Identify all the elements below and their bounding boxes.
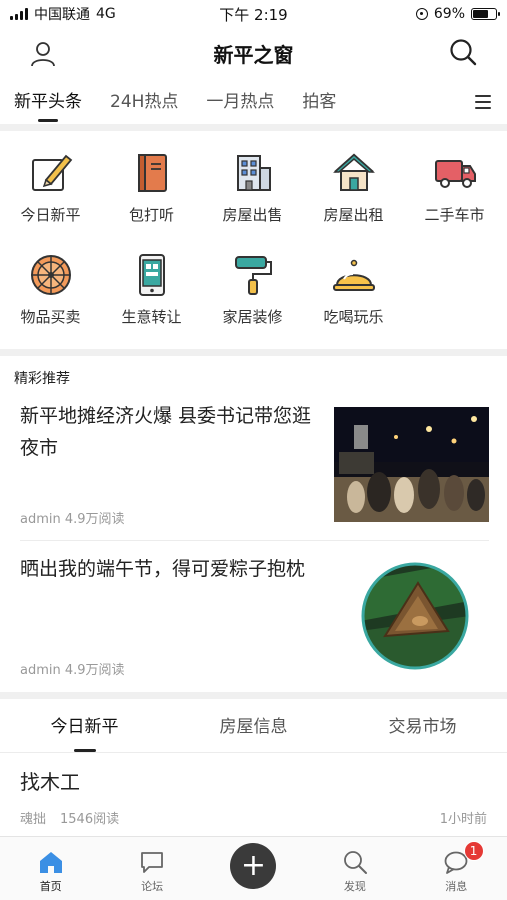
grid-item-today-xinping[interactable]: 今日新平 <box>0 150 101 230</box>
sub-tabs: 今日新平 房屋信息 交易市场 <box>0 702 507 752</box>
grid-item-goods-trade[interactable]: 物品买卖 <box>0 252 101 332</box>
article-title[interactable]: 晒出我的端午节，得可爱粽子抱枕 <box>20 553 320 585</box>
tab-today-xinping[interactable]: 今日新平 <box>51 702 119 752</box>
tab-xinping-headlines[interactable]: 新平头条 <box>14 80 82 124</box>
channel-menu-icon[interactable] <box>475 95 491 109</box>
grid-label: 房屋出租 <box>323 206 384 224</box>
grid-item-home-decor[interactable]: 家居装修 <box>202 252 303 332</box>
tab-add[interactable]: + <box>203 837 304 900</box>
food-cloche-icon <box>332 259 375 291</box>
status-right: 69% <box>415 6 500 22</box>
tab-24h-hot[interactable]: 24H热点 <box>110 80 178 124</box>
tab-label: 发现 <box>343 880 366 893</box>
user-icon[interactable] <box>30 41 56 67</box>
tab-discover[interactable]: 发现 <box>304 837 405 900</box>
tab-label: 首页 <box>39 880 62 893</box>
status-bar: 中国联通 4G 下午 2:19 69% <box>0 0 507 28</box>
page-title: 新平之窗 <box>213 42 294 67</box>
signal-icon <box>10 8 28 20</box>
divider <box>0 692 507 699</box>
tab-home[interactable]: 首页 <box>0 837 101 900</box>
tab-label: 消息 <box>445 880 468 893</box>
network-text: 4G <box>96 6 116 22</box>
article-card[interactable]: 晒出我的端午节，得可爱粽子抱枕 admin 4.9万阅读 <box>0 543 507 688</box>
wheel-icon <box>30 255 71 295</box>
grid-item-food-fun[interactable]: 吃喝玩乐 <box>303 252 404 332</box>
grid-label: 包打听 <box>128 206 174 224</box>
article-meta: admin 4.9万阅读 <box>20 663 125 678</box>
grid-label: 生意转让 <box>121 308 182 326</box>
grid-item-business-transfer[interactable]: 生意转让 <box>101 252 202 332</box>
tab-messages[interactable]: 1 消息 <box>406 837 507 900</box>
post-title[interactable]: 找木工 <box>20 766 80 795</box>
phone-app-icon <box>138 254 165 296</box>
pencil-note-icon <box>31 154 72 191</box>
tab-label: 论坛 <box>141 880 164 893</box>
grid-label: 物品买卖 <box>20 308 81 326</box>
divider <box>20 540 489 541</box>
grid-label: 家居装修 <box>222 308 283 326</box>
article-card[interactable]: 新平地摊经济火爆 县委书记带您逛夜市 admin 4.9万阅读 <box>0 390 507 535</box>
status-left: 中国联通 4G <box>10 4 116 24</box>
divider <box>0 124 507 131</box>
article-meta: admin 4.9万阅读 <box>20 512 125 527</box>
add-icon[interactable]: + <box>230 843 277 889</box>
post-author: 魂拙 <box>20 812 47 827</box>
tab-trade-market[interactable]: 交易市场 <box>389 702 457 752</box>
grid-item-house-sale[interactable]: 房屋出售 <box>202 150 303 230</box>
message-badge: 1 <box>463 841 484 861</box>
article-title[interactable]: 新平地摊经济火爆 县委书记带您逛夜市 <box>20 400 320 464</box>
channel-tabs: 新平头条 24H热点 一月热点 拍客 <box>0 80 507 124</box>
paint-roller-icon <box>234 256 272 295</box>
post-meta: 魂拙 1546阅读 <box>20 808 119 827</box>
grid-item-used-cars[interactable]: 二手车市 <box>404 150 505 230</box>
carrier-text: 中国联通 <box>34 7 90 23</box>
zongzi-thumbnail[interactable] <box>360 561 470 671</box>
battery-percent: 69% <box>433 6 465 22</box>
post-time: 1小时前 <box>439 812 487 827</box>
post-reads: 1546阅读 <box>60 812 120 827</box>
forum-icon <box>141 852 163 873</box>
bottom-tab-bar: 首页 论坛 + 发现 1 消息 <box>0 836 507 900</box>
grid-label: 吃喝玩乐 <box>323 308 384 326</box>
tab-month-hot[interactable]: 一月热点 <box>206 80 274 124</box>
grid-item-house-rent[interactable]: 房屋出租 <box>303 150 404 230</box>
grid-label: 二手车市 <box>424 206 485 224</box>
grid-item-inquiry[interactable]: 包打听 <box>101 150 202 230</box>
battery-icon <box>471 8 500 20</box>
house-icon <box>332 153 375 191</box>
grid-label: 房屋出售 <box>222 206 283 224</box>
divider <box>0 349 507 356</box>
battery-fill <box>473 10 489 18</box>
divider <box>0 752 507 753</box>
building-icon <box>236 155 271 191</box>
section-title: 精彩推荐 <box>14 371 70 387</box>
tab-house-info[interactable]: 房屋信息 <box>220 702 288 752</box>
grid-label: 今日新平 <box>20 206 81 224</box>
tab-forum[interactable]: 论坛 <box>101 837 202 900</box>
orientation-lock-icon <box>415 8 428 20</box>
service-grid: 今日新平 包打听 房屋出售 房屋出租 二手车市 物品买卖 生意转让 家居装修 吃… <box>0 150 507 332</box>
search-icon[interactable] <box>449 38 477 66</box>
night-market-thumbnail[interactable] <box>334 407 489 522</box>
home-icon <box>39 852 62 873</box>
app-header: 新平之窗 <box>0 28 507 78</box>
truck-icon <box>434 160 476 188</box>
discover-search-icon <box>343 851 367 874</box>
tab-snapshot[interactable]: 拍客 <box>302 80 336 124</box>
notebook-icon <box>137 154 167 192</box>
